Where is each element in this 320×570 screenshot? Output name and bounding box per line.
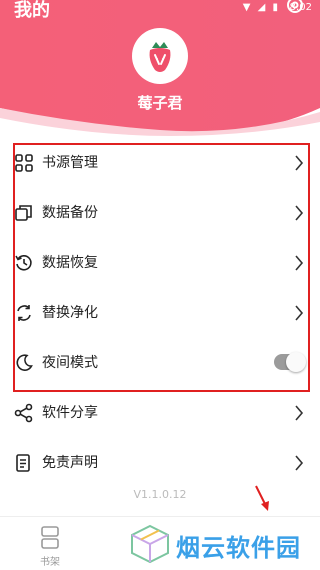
bookshelf-icon [41, 526, 59, 549]
gear-icon[interactable] [284, 0, 306, 16]
annotation-arrow-icon [255, 485, 269, 511]
menu-item-disclaimer[interactable]: 免责声明 [0, 438, 320, 488]
watermark-text: 烟云软件园 [176, 534, 301, 562]
chevron-right-icon [295, 405, 304, 421]
annotation-highlight-box [13, 143, 310, 392]
status-icons: ▼ ◢ ▮ [242, 2, 280, 13]
strawberry-icon [149, 42, 171, 72]
chevron-right-icon [295, 455, 304, 471]
watermark: 烟云软件园 [128, 520, 318, 566]
cube-logo-icon [131, 524, 169, 564]
app-name: 莓子君 [137, 94, 183, 112]
app-logo [132, 28, 188, 84]
menu-item-label: 免责声明 [42, 455, 98, 471]
menu-item-label: 软件分享 [42, 405, 98, 421]
tab-label: 书架 [40, 557, 60, 568]
share-icon [14, 403, 33, 423]
menu-item-share-app[interactable]: 软件分享 [0, 388, 320, 438]
document-icon [16, 454, 30, 472]
profile-header: 我的 ▼ ◢ ▮ 8:02 莓子君 [0, 0, 320, 140]
tab-bookshelf[interactable]: 书架 [30, 523, 70, 568]
status-bar: ▼ ◢ ▮ 8:02 [0, 0, 320, 22]
